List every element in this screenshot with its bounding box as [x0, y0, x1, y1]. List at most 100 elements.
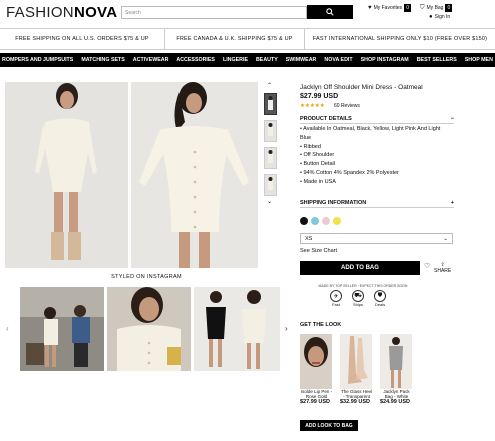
product-price: $27.99 USD — [300, 93, 339, 100]
product-details-title: PRODUCT DETAILS — [300, 116, 352, 122]
search-icon — [326, 8, 334, 16]
nav-best-sellers[interactable]: BEST SELLERS — [417, 57, 457, 63]
thumb-2[interactable] — [264, 120, 277, 142]
look-image[interactable] — [340, 334, 372, 389]
model-figure-1 — [5, 82, 128, 268]
shipping-info-header[interactable]: SHIPPING INFORMATION + — [300, 200, 454, 208]
nav-activewear[interactable]: ACTIVEWEAR — [133, 57, 169, 63]
thumb-3[interactable] — [264, 147, 277, 169]
shipping-info-title: SHIPPING INFORMATION — [300, 200, 367, 206]
bag-count: 0 — [445, 4, 453, 12]
favorites-link[interactable]: ♥ My Favorites 0 — [368, 4, 411, 12]
signin-label: Sign In — [434, 14, 451, 20]
plane-icon: ✈ — [330, 290, 342, 302]
promo-badge-label: Ships — [352, 302, 363, 307]
thumb-scroll-down[interactable]: ⌄ — [263, 198, 276, 205]
promo-badge: ⛟ Ships — [352, 290, 364, 307]
promo-badge-label: Deals — [374, 302, 386, 307]
size-chart-link[interactable]: See Size Chart — [300, 248, 337, 254]
bag-label: My Bag — [426, 5, 444, 11]
instagram-scene-2 — [107, 287, 191, 371]
instagram-photo-2[interactable] — [107, 287, 191, 371]
nav-swimwear[interactable]: SWIMWEAR — [286, 57, 317, 63]
look-price: $27.99 USD — [300, 399, 330, 405]
bag-link[interactable]: ⛉ My Bag 0 — [420, 4, 453, 12]
styled-instagram-label: STYLED ON INSTAGRAM — [111, 274, 182, 280]
product-image-1[interactable] — [5, 82, 128, 268]
look-image[interactable] — [300, 334, 332, 389]
nav-shop-men[interactable]: SHOP MEN — [465, 57, 493, 63]
logo-part-1: FASHION — [6, 4, 74, 21]
look-price: $24.99 USD — [380, 399, 410, 405]
main-nav: ROMPERS AND JUMPSUITS MATCHING SETS ACTI… — [0, 53, 495, 67]
model-figure-2 — [131, 82, 258, 268]
share-label: SHARE — [434, 268, 452, 274]
logo[interactable]: FASHIONNOVA — [6, 4, 117, 21]
swatch-light-pink[interactable] — [322, 217, 330, 225]
tag-icon: ⛊ — [374, 290, 386, 302]
promo-text: MADE BY TOP SELLER · EXPECT THIS ORDER S… — [318, 284, 408, 288]
minus-icon[interactable]: − — [451, 116, 454, 122]
nav-beauty[interactable]: BEAUTY — [256, 57, 278, 63]
look-name[interactable]: The Glass Heel - Transparent — [340, 389, 373, 399]
thumb-1[interactable] — [264, 93, 277, 115]
nav-lingerie[interactable]: LINGERIE — [223, 57, 248, 63]
look-name[interactable]: Isolde Lip Pen - Rose Gold — [300, 389, 333, 399]
swatch-yellow[interactable] — [333, 217, 341, 225]
detail-item: • Off Shoulder — [300, 152, 335, 159]
rating-stars[interactable]: ★★★★★ — [300, 103, 325, 109]
plus-icon[interactable]: + — [451, 200, 454, 206]
instagram-photo-1[interactable] — [20, 287, 104, 371]
shipping-msg-us[interactable]: FREE SHIPPING ON ALL U.S. ORDERS $75 & U… — [0, 29, 165, 49]
thumb-scroll-up[interactable]: ⌃ — [263, 82, 276, 89]
nav-matching-sets[interactable]: MATCHING SETS — [81, 57, 124, 63]
add-look-to-bag-button[interactable]: ADD LOOK TO BAG — [300, 420, 358, 431]
look-item[interactable]: Isolde Lip Pen - Rose Gold $27.99 USD — [300, 334, 333, 405]
swatch-black[interactable] — [300, 217, 308, 225]
favorite-heart-icon[interactable]: ♡ — [424, 262, 430, 270]
look-item[interactable]: The Glass Heel - Transparent $32.99 USD — [340, 334, 373, 405]
look-items: Isolde Lip Pen - Rose Gold $27.99 USD Th… — [300, 334, 413, 405]
chevron-down-icon: ⌄ — [443, 236, 448, 242]
heart-icon: ♥ — [368, 5, 372, 11]
thumb-4[interactable] — [264, 174, 277, 196]
gallery-prev-arrow[interactable]: ‹ — [6, 324, 9, 333]
nav-accessories[interactable]: ACCESSORIES — [176, 57, 215, 63]
swatch-light-blue[interactable] — [311, 217, 319, 225]
nav-nova-edit[interactable]: NOVA EDIT — [324, 57, 352, 63]
promo-badges: ✈ Fast ⛟ Ships ⛊ Deals — [330, 290, 386, 307]
signin-link[interactable]: ● Sign In — [429, 14, 450, 20]
shipping-msg-intl[interactable]: FAST INTERNATIONAL SHIPPING ONLY $10 (FR… — [305, 29, 495, 49]
product-details-header[interactable]: PRODUCT DETAILS − — [300, 116, 454, 124]
look-name[interactable]: Jacklyn Pack Bag - White — [380, 389, 413, 399]
reviews-link[interactable]: 60 Reviews — [334, 103, 360, 109]
instagram-photo-3[interactable] — [194, 287, 280, 371]
share-button[interactable]: ⇪ SHARE — [434, 262, 451, 274]
color-swatches — [300, 217, 341, 225]
truck-icon: ⛟ — [352, 290, 364, 302]
nav-shop-instagram[interactable]: SHOP INSTAGRAM — [361, 57, 409, 63]
promo-badge-label: Fast — [332, 302, 340, 307]
detail-item: • Available In Oatmeal, Black, Yellow, L… — [300, 126, 441, 141]
shipping-bar: FREE SHIPPING ON ALL U.S. ORDERS $75 & U… — [0, 28, 495, 50]
promo-badge: ✈ Fast — [330, 290, 342, 307]
search-placeholder: Search — [125, 10, 141, 16]
product-details-list: • Available In Oatmeal, Black, Yellow, L… — [300, 125, 450, 187]
nav-rompers[interactable]: ROMPERS AND JUMPSUITS — [2, 57, 73, 63]
look-image[interactable] — [380, 334, 412, 389]
search-button[interactable] — [307, 5, 353, 19]
look-price: $32.99 USD — [340, 399, 370, 405]
add-to-bag-button[interactable]: ADD TO BAG — [300, 261, 420, 275]
search-input[interactable]: Search — [121, 6, 307, 19]
look-item[interactable]: Jacklyn Pack Bag - White $24.99 USD — [380, 334, 413, 405]
size-select[interactable]: XS ⌄ — [300, 233, 453, 244]
product-title: Jacklyn Off Shoulder Mini Dress - Oatmea… — [300, 84, 423, 91]
shipping-msg-ca-uk[interactable]: FREE CANADA & U.K. SHIPPING $75 & UP — [165, 29, 305, 49]
instagram-scene-1 — [20, 287, 104, 371]
detail-item: • Button Detail — [300, 161, 335, 168]
gallery-next-arrow[interactable]: › — [285, 324, 288, 333]
product-image-2[interactable] — [131, 82, 258, 268]
instagram-scene-3 — [194, 287, 280, 371]
user-icon: ● — [429, 14, 433, 20]
detail-item: • Ribbed — [300, 143, 321, 150]
